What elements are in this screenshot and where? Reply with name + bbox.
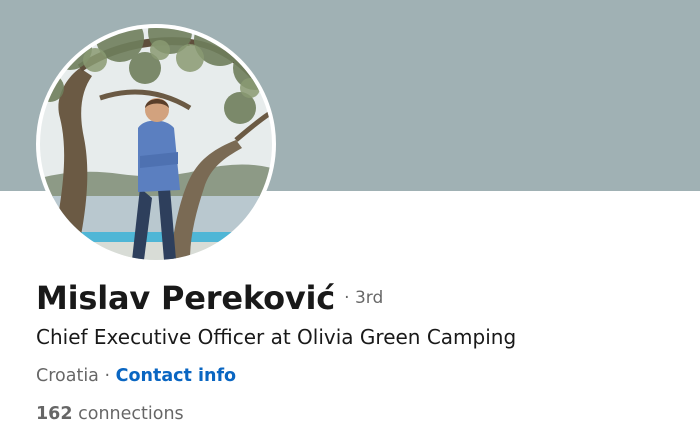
contact-info-link[interactable]: Contact info — [116, 366, 236, 386]
location-line: Croatia · Contact info — [36, 366, 236, 386]
profile-headline: Chief Executive Officer at Olivia Green … — [36, 325, 517, 349]
connections-line[interactable]: 162 connections — [36, 404, 184, 424]
location-text: Croatia — [36, 366, 99, 386]
location-separator: · — [104, 366, 111, 386]
profile-name: Mislav Pereković — [36, 279, 336, 317]
degree-label: 3rd — [354, 288, 384, 308]
connection-degree: · 3rd — [344, 288, 383, 308]
degree-separator: · — [344, 288, 350, 308]
connections-count: 162 — [36, 404, 73, 424]
profile-photo[interactable] — [40, 28, 272, 260]
avatar-frame[interactable] — [36, 24, 276, 264]
connections-label: connections — [78, 404, 184, 424]
profile-name-line: Mislav Pereković · 3rd — [36, 279, 383, 321]
